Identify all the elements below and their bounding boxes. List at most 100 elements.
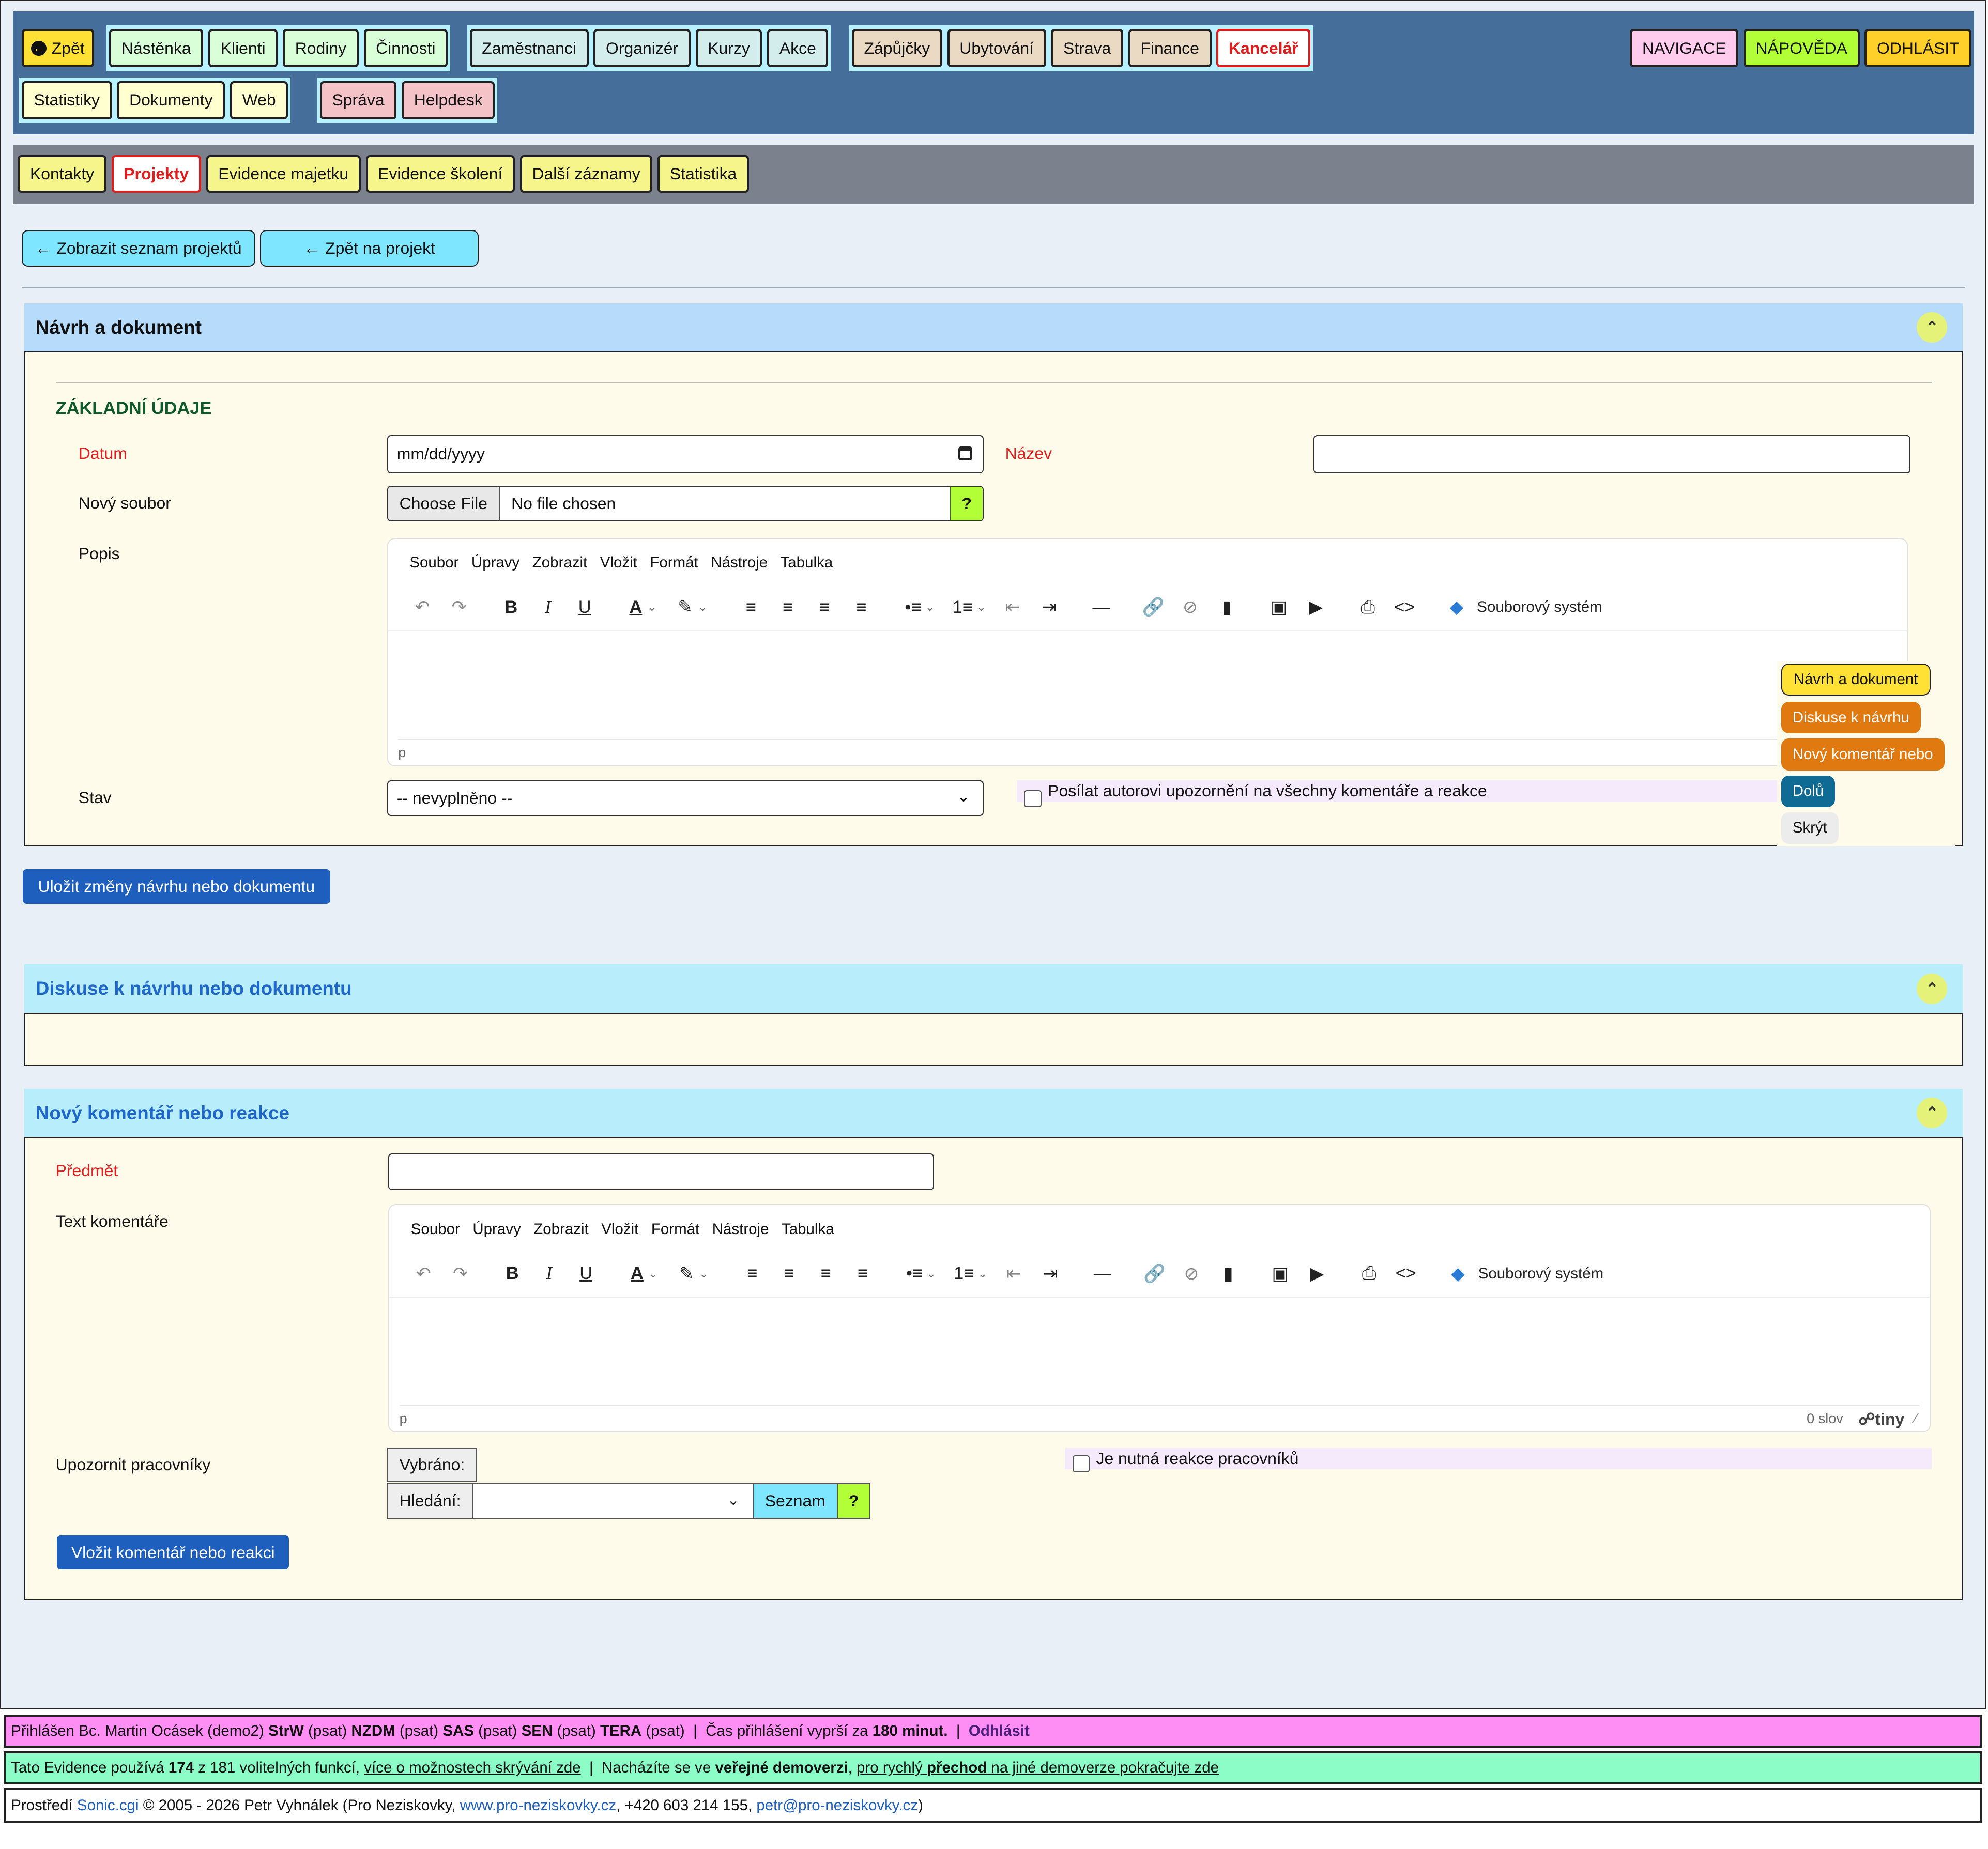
features-hiding-link[interactable]: více o možnostech skrývání zde <box>364 1759 580 1777</box>
undo-icon[interactable]: ↶ <box>407 1258 440 1289</box>
comment-editor[interactable]: Soubor Úpravy Zobrazit Vložit Formát Nás… <box>388 1204 1931 1433</box>
media-icon[interactable]: ▶ <box>1299 592 1333 623</box>
save-proposal-button[interactable]: Uložit změny návrhu nebo dokumentu <box>23 869 330 904</box>
back-button[interactable]: ← Zpět <box>21 29 95 68</box>
image-icon[interactable]: ▣ <box>1262 592 1295 623</box>
worker-search-select[interactable]: ⌄ <box>473 1484 753 1518</box>
worker-help-button[interactable]: ? <box>836 1484 870 1518</box>
reaction-required-checkbox[interactable] <box>1072 1455 1090 1473</box>
file-input[interactable]: Choose File No file chosen ? <box>387 486 984 521</box>
help-button[interactable]: NÁPOVĚDA <box>1743 29 1860 68</box>
nav-zamestnanci[interactable]: Zaměstnanci <box>469 29 589 68</box>
indent-icon[interactable]: ⇥ <box>1033 592 1066 623</box>
horizontal-line-icon[interactable]: — <box>1086 1258 1119 1289</box>
resize-handle-icon[interactable]: ∕ <box>1915 1411 1917 1427</box>
source-code-icon[interactable]: <> <box>1388 592 1421 623</box>
filesystem-icon[interactable]: ◆ <box>1442 1258 1475 1289</box>
filesystem-button[interactable]: Souborový systém <box>1477 598 1602 616</box>
navigation-button[interactable]: NAVIGACE <box>1630 29 1739 68</box>
bold-icon[interactable]: B <box>495 592 528 623</box>
align-center-icon[interactable]: ≡ <box>773 1258 806 1289</box>
choose-file-button[interactable]: Choose File <box>388 487 500 520</box>
file-help-button[interactable]: ? <box>950 487 983 520</box>
nav-sprava[interactable]: Správa <box>319 81 397 119</box>
notify-author-checkbox[interactable] <box>1024 790 1042 808</box>
source-code-icon[interactable]: <> <box>1389 1258 1423 1289</box>
subnav-projekty[interactable]: Projekty <box>111 155 201 193</box>
footer-logout-link[interactable]: Odhlásit <box>969 1722 1030 1740</box>
chevron-up-icon[interactable]: ⌃ <box>1917 1098 1948 1129</box>
float-discussion[interactable]: Diskuse k návrhu <box>1781 702 1921 734</box>
nav-finance[interactable]: Finance <box>1128 29 1212 68</box>
date-input[interactable]: mm/dd/yyyy <box>387 435 984 473</box>
nav-dokumenty[interactable]: Dokumenty <box>117 81 225 119</box>
highlight-icon[interactable]: ✎ ⌄ <box>670 592 715 623</box>
nav-akce[interactable]: Akce <box>767 29 829 68</box>
nav-kancelar[interactable]: Kancelář <box>1216 29 1311 68</box>
menu-vlozit[interactable]: Vložit <box>600 554 637 572</box>
horizontal-line-icon[interactable]: — <box>1085 592 1118 623</box>
align-left-icon[interactable]: ≡ <box>735 592 768 623</box>
media-icon[interactable]: ▶ <box>1301 1258 1334 1289</box>
section-new-comment-header[interactable]: Nový komentář nebo reakce ⌃ <box>24 1089 1963 1137</box>
unlink-icon[interactable]: ⊘ <box>1175 1258 1208 1289</box>
float-new-comment[interactable]: Nový komentář nebo <box>1781 738 1945 771</box>
align-right-icon[interactable]: ≡ <box>808 592 841 623</box>
menu-nastroje[interactable]: Nástroje <box>711 554 768 572</box>
word-count[interactable]: 0 slov <box>1807 1411 1843 1427</box>
menu-tabulka[interactable]: Tabulka <box>782 1221 834 1238</box>
tiny-logo[interactable]: ☍tiny <box>1858 1409 1904 1429</box>
subnav-evidence-skoleni[interactable]: Evidence školení <box>365 155 515 193</box>
justify-icon[interactable]: ≡ <box>845 592 878 623</box>
nav-ubytovani[interactable]: Ubytování <box>947 29 1046 68</box>
nav-web[interactable]: Web <box>230 81 288 119</box>
nav-helpdesk[interactable]: Helpdesk <box>402 81 495 119</box>
link-icon[interactable]: 🔗 <box>1137 592 1170 623</box>
italic-icon[interactable]: I <box>531 592 564 623</box>
outdent-icon[interactable]: ⇤ <box>997 1258 1030 1289</box>
link-icon[interactable]: 🔗 <box>1138 1258 1171 1289</box>
underline-icon[interactable]: U <box>568 592 601 623</box>
outdent-icon[interactable]: ⇤ <box>996 592 1029 623</box>
state-select[interactable]: -- nevyplněno -- ⌄ <box>387 780 984 816</box>
redo-icon[interactable]: ↷ <box>442 592 476 623</box>
menu-zobrazit[interactable]: Zobrazit <box>533 1221 588 1238</box>
filesystem-button[interactable]: Souborový systém <box>1478 1265 1603 1283</box>
menu-format[interactable]: Formát <box>650 554 698 572</box>
align-center-icon[interactable]: ≡ <box>771 592 804 623</box>
subnav-statistika[interactable]: Statistika <box>657 155 749 193</box>
menu-zobrazit[interactable]: Zobrazit <box>532 554 587 572</box>
unlink-icon[interactable]: ⊘ <box>1173 592 1206 623</box>
subnav-evidence-majetku[interactable]: Evidence majetku <box>206 155 361 193</box>
menu-format[interactable]: Formát <box>651 1221 699 1238</box>
print-icon[interactable]: ⎙ <box>1351 592 1384 623</box>
section-proposal-header[interactable]: Návrh a dokument ⌃ <box>24 303 1963 352</box>
indent-icon[interactable]: ⇥ <box>1034 1258 1067 1289</box>
chevron-up-icon[interactable]: ⌃ <box>1917 312 1948 343</box>
logout-button[interactable]: ODHLÁSIT <box>1864 29 1972 68</box>
align-left-icon[interactable]: ≡ <box>736 1258 769 1289</box>
highlight-icon[interactable]: ✎ ⌄ <box>671 1258 716 1289</box>
menu-nastroje[interactable]: Nástroje <box>712 1221 769 1238</box>
menu-vlozit[interactable]: Vložit <box>601 1221 638 1238</box>
float-hide[interactable]: Skrýt <box>1781 812 1839 844</box>
description-editor[interactable]: Soubor Úpravy Zobrazit Vložit Formát Nás… <box>387 537 1908 766</box>
nav-organizer[interactable]: Organizér <box>593 29 691 68</box>
underline-icon[interactable]: U <box>570 1258 603 1289</box>
bullet-list-icon[interactable]: •≡ ⌄ <box>898 1258 944 1289</box>
subnav-dalsi-zaznamy[interactable]: Další záznamy <box>519 155 653 193</box>
float-proposal[interactable]: Návrh a dokument <box>1781 664 1931 696</box>
italic-icon[interactable]: I <box>532 1258 565 1289</box>
nav-klienti[interactable]: Klienti <box>208 29 278 68</box>
show-project-list-button[interactable]: ← Zobrazit seznam projektů <box>21 229 255 267</box>
menu-soubor[interactable]: Soubor <box>411 1221 460 1238</box>
nav-kurzy[interactable]: Kurzy <box>695 29 762 68</box>
numbered-list-icon[interactable]: 1≡ ⌄ <box>946 592 992 623</box>
nav-rodiny[interactable]: Rodiny <box>283 29 359 68</box>
subnav-kontakty[interactable]: Kontakty <box>18 155 106 193</box>
section-discussion-header[interactable]: Diskuse k návrhu nebo dokumentu ⌃ <box>24 964 1963 1013</box>
image-icon[interactable]: ▣ <box>1264 1258 1297 1289</box>
chevron-up-icon[interactable]: ⌃ <box>1917 973 1948 1004</box>
nav-cinnosti[interactable]: Činnosti <box>363 29 448 68</box>
subject-input[interactable] <box>388 1153 935 1191</box>
